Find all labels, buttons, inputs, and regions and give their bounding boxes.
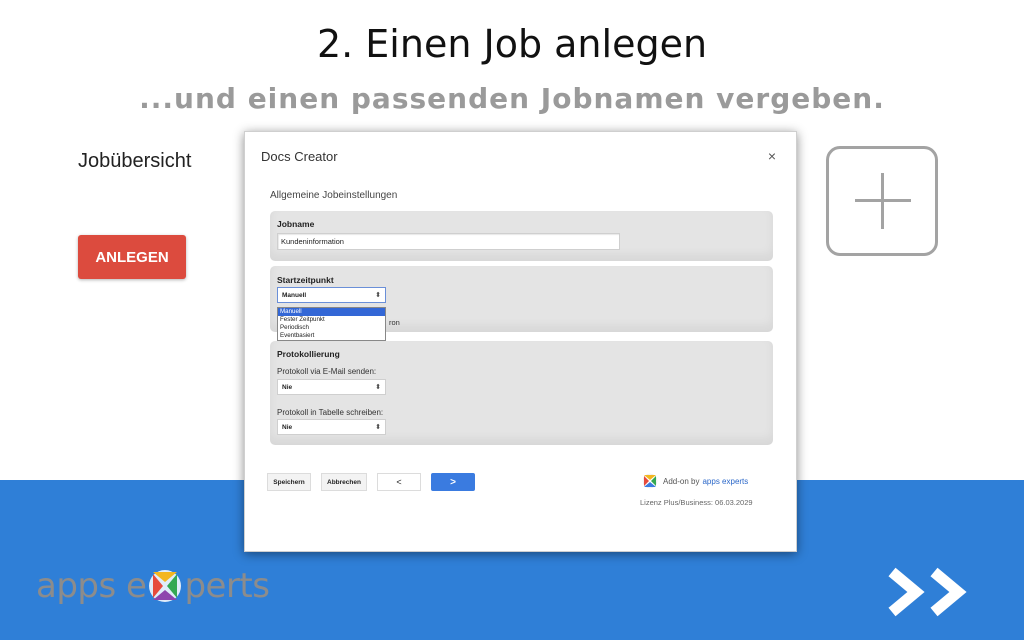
- plus-icon: [826, 146, 938, 256]
- create-job-button[interactable]: ANLEGEN: [78, 235, 186, 279]
- select-arrows-icon: ⬍: [375, 424, 381, 431]
- job-overview-label: Jobübersicht: [78, 150, 192, 172]
- dropdown-option[interactable]: Periodisch: [278, 324, 385, 332]
- logo-text-part1: apps e: [36, 566, 147, 606]
- cancel-button[interactable]: Abbrechen: [321, 473, 367, 491]
- license-text: Lizenz Plus/Business: 06.03.2029: [640, 498, 753, 507]
- email-log-select[interactable]: Nie ⬍: [277, 379, 386, 395]
- start-time-selected-value: Manuell: [282, 292, 307, 299]
- sheet-log-value: Nie: [282, 424, 293, 431]
- obscured-text-fragment: ron: [389, 318, 400, 327]
- addon-text: Add-on by: [663, 476, 700, 486]
- logging-panel: Protokollierung Protokoll via E-Mail sen…: [270, 341, 773, 445]
- apps-experts-logo-icon: [642, 473, 658, 489]
- email-log-value: Nie: [282, 384, 293, 391]
- next-button[interactable]: >: [431, 473, 475, 491]
- save-button[interactable]: Speichern: [267, 473, 311, 491]
- dropdown-option[interactable]: Eventbasiert: [278, 332, 385, 340]
- start-time-select[interactable]: Manuell ⬍: [277, 287, 386, 303]
- select-arrows-icon: ⬍: [375, 384, 381, 391]
- sheet-log-select[interactable]: Nie ⬍: [277, 419, 386, 435]
- slide-title: 2. Einen Job anlegen: [316, 22, 708, 66]
- close-icon[interactable]: ×: [768, 148, 776, 164]
- prev-button[interactable]: <: [377, 473, 421, 491]
- docs-creator-dialog: Docs Creator × Allgemeine Jobeinstellung…: [244, 131, 797, 552]
- addon-credit: Add-on by apps experts: [642, 473, 748, 489]
- apps-experts-logo: apps e perts: [36, 566, 270, 606]
- jobname-panel: Jobname: [270, 211, 773, 261]
- email-log-label: Protokoll via E-Mail senden:: [277, 367, 377, 376]
- apps-experts-link[interactable]: apps experts: [702, 477, 748, 486]
- slide-subtitle: ...und einen passenden Jobnamen vergeben…: [139, 82, 885, 115]
- dropdown-option[interactable]: Manuell: [278, 308, 385, 316]
- logo-x-icon: [147, 566, 183, 606]
- start-time-label: Startzeitpunkt: [277, 275, 334, 285]
- dialog-title: Docs Creator: [261, 149, 338, 164]
- select-arrows-icon: ⬍: [375, 292, 381, 299]
- jobname-input[interactable]: [277, 233, 620, 250]
- logging-label: Protokollierung: [277, 349, 340, 359]
- logo-text-part2: perts: [184, 566, 270, 606]
- sheet-log-label: Protokoll in Tabelle schreiben:: [277, 408, 384, 417]
- dropdown-option[interactable]: Fester Zeitpunkt: [278, 316, 385, 324]
- jobname-label: Jobname: [277, 219, 315, 229]
- double-chevron-right-icon[interactable]: [886, 566, 988, 618]
- general-settings-heading: Allgemeine Jobeinstellungen: [270, 190, 398, 201]
- start-time-dropdown[interactable]: Manuell Fester Zeitpunkt Periodisch Even…: [277, 307, 386, 341]
